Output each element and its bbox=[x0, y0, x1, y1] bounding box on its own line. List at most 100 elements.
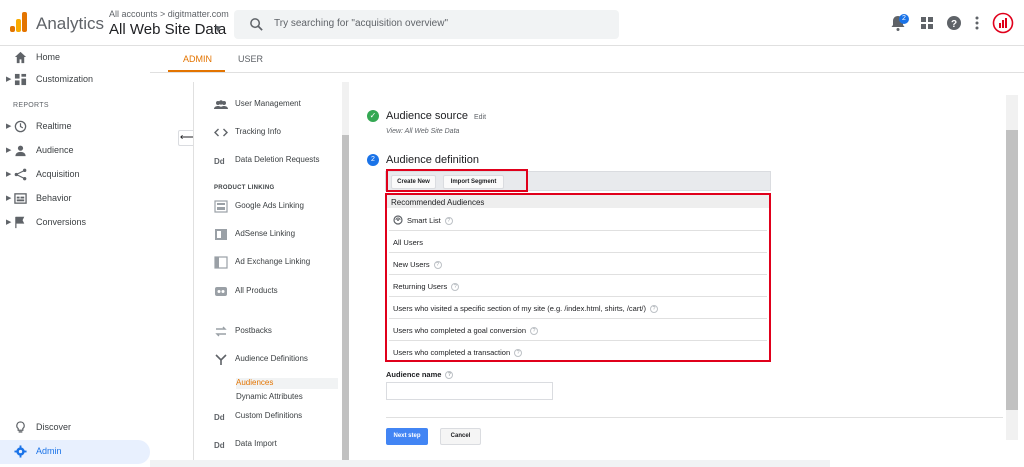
expand-arrow-icon: ▶ bbox=[6, 195, 12, 202]
analytics-logo-icon[interactable] bbox=[10, 12, 28, 32]
expand-arrow-icon: ▶ bbox=[6, 76, 12, 83]
step-audience-source-title: Audience source bbox=[386, 110, 468, 122]
search-icon bbox=[250, 18, 263, 31]
panel-scrollbar-thumb[interactable] bbox=[342, 135, 349, 462]
nav-item-conversions[interactable]: ▶ Conversions bbox=[0, 211, 150, 235]
more-vert-icon[interactable] bbox=[968, 14, 986, 32]
gear-icon bbox=[14, 445, 27, 458]
product-linking-header: PRODUCT LINKING bbox=[214, 185, 275, 191]
list-item-label: Users who visited a specific section of … bbox=[393, 304, 647, 313]
search-input[interactable]: Try searching for "acquisition overview" bbox=[234, 10, 619, 39]
adsense-icon bbox=[215, 229, 227, 240]
expand-arrow-icon: ▶ bbox=[6, 219, 12, 226]
dd-icon: Dd bbox=[214, 157, 225, 166]
lightbulb-icon bbox=[16, 421, 25, 433]
list-item-label: Users who completed a goal conversion bbox=[393, 326, 526, 335]
tab-user[interactable]: USER bbox=[238, 54, 263, 64]
audience-definitions-icon bbox=[215, 354, 227, 365]
ad-exchange-icon bbox=[214, 256, 228, 269]
tab-admin[interactable]: ADMIN bbox=[183, 54, 212, 64]
list-item-label: Smart List bbox=[407, 216, 441, 225]
users-icon bbox=[214, 100, 228, 109]
dd-icon: Dd bbox=[214, 413, 225, 422]
audience-name-input[interactable] bbox=[386, 382, 553, 400]
admin-property-column bbox=[193, 82, 348, 462]
bottom-scroll-band bbox=[150, 460, 830, 467]
account-breadcrumb[interactable]: All accounts > digitmatter.com bbox=[109, 9, 229, 19]
svg-text:Dd: Dd bbox=[214, 441, 225, 450]
tabs-divider bbox=[150, 72, 1024, 73]
list-item-all-users[interactable]: All Users bbox=[389, 231, 767, 253]
list-item-smart-list[interactable]: Smart List? bbox=[389, 209, 767, 231]
flag-icon bbox=[15, 216, 25, 229]
nav-item-home[interactable]: Home bbox=[0, 46, 150, 70]
divider bbox=[386, 417, 1003, 418]
next-step-button[interactable]: Next step bbox=[386, 428, 428, 445]
expand-arrow-icon: ▶ bbox=[6, 171, 12, 178]
list-item-returning-users[interactable]: Returning Users? bbox=[389, 275, 767, 297]
help-icon[interactable]: ? bbox=[451, 283, 460, 292]
svg-text:Dd: Dd bbox=[214, 157, 225, 166]
svg-text:Dd: Dd bbox=[214, 413, 225, 422]
checkmark-icon: ✓ bbox=[367, 110, 379, 122]
all-products-icon bbox=[215, 287, 227, 296]
list-item-transaction[interactable]: Users who completed a transaction? bbox=[389, 341, 767, 363]
notification-badge: 2 bbox=[899, 14, 909, 24]
help-icon[interactable]: ? bbox=[530, 327, 538, 336]
sub-item-dynamic-attributes[interactable]: Dynamic Attributes bbox=[236, 392, 303, 401]
nav-item-audience[interactable]: ▶ Audience bbox=[0, 139, 150, 163]
list-item-label: New Users bbox=[393, 260, 430, 269]
dd-icon: Dd bbox=[214, 441, 225, 450]
customization-icon bbox=[14, 73, 27, 86]
google-ads-icon bbox=[214, 200, 228, 213]
property-selector[interactable]: All Web Site Data bbox=[109, 21, 226, 38]
nav-item-admin[interactable]: Admin bbox=[0, 440, 150, 464]
list-item-goal-conversion[interactable]: Users who completed a goal conversion? bbox=[389, 319, 767, 341]
view-label: View: All Web Site Data bbox=[386, 128, 460, 135]
expand-arrow-icon: ▶ bbox=[6, 123, 12, 130]
help-icon[interactable]: ? bbox=[445, 371, 454, 380]
step-audience-definition-title: Audience definition bbox=[386, 154, 479, 166]
apps-grid-icon[interactable] bbox=[918, 14, 936, 32]
cancel-button[interactable]: Cancel bbox=[440, 428, 481, 445]
svg-text:?: ? bbox=[951, 19, 957, 30]
step-number-badge: 2 bbox=[367, 154, 379, 166]
top-bar: Analytics All accounts > digitmatter.com… bbox=[0, 0, 1024, 46]
app-name: Analytics bbox=[36, 14, 105, 33]
list-item-label: All Users bbox=[393, 238, 424, 247]
list-item-label: Users who completed a transaction bbox=[393, 348, 511, 357]
chevron-down-icon[interactable]: ▼ bbox=[213, 24, 223, 35]
smart-list-icon bbox=[393, 215, 403, 225]
help-icon[interactable]: ? bbox=[433, 261, 442, 270]
nav-item-acquisition[interactable]: ▶ Acquisition bbox=[0, 163, 150, 187]
import-segment-button[interactable]: Import Segment bbox=[443, 175, 504, 189]
postbacks-icon bbox=[215, 326, 227, 337]
home-icon bbox=[14, 51, 27, 64]
person-icon bbox=[15, 145, 26, 157]
behavior-icon bbox=[14, 193, 27, 204]
help-icon[interactable]: ? bbox=[945, 14, 963, 32]
content-scrollbar-thumb[interactable] bbox=[1006, 130, 1018, 410]
edit-link[interactable]: Edit bbox=[474, 114, 486, 121]
reports-header: REPORTS bbox=[13, 102, 49, 109]
search-placeholder: Try searching for "acquisition overview" bbox=[274, 18, 449, 29]
create-new-button[interactable]: Create New bbox=[391, 175, 436, 189]
avatar[interactable] bbox=[992, 12, 1014, 34]
nav-item-customization[interactable]: ▶ Customization bbox=[0, 68, 150, 92]
nav-item-behavior[interactable]: ▶ Behavior bbox=[0, 187, 150, 211]
clock-icon bbox=[14, 120, 27, 133]
list-item-label: Returning Users bbox=[393, 282, 448, 291]
code-icon bbox=[214, 128, 228, 137]
nav-item-discover[interactable]: Discover bbox=[0, 416, 150, 440]
help-icon[interactable]: ? bbox=[514, 349, 523, 358]
expand-arrow-icon: ▶ bbox=[6, 147, 12, 154]
list-item-visited-section[interactable]: Users who visited a specific section of … bbox=[389, 297, 767, 319]
help-icon[interactable]: ? bbox=[650, 305, 659, 314]
list-item-new-users[interactable]: New Users? bbox=[389, 253, 767, 275]
sub-item-audiences[interactable]: Audiences bbox=[236, 378, 338, 389]
acquisition-icon bbox=[14, 168, 27, 181]
audience-name-label: Audience name? bbox=[386, 370, 454, 380]
left-nav: Home ▶ Customization REPORTS ▶ Realtime … bbox=[0, 46, 150, 467]
nav-item-realtime[interactable]: ▶ Realtime bbox=[0, 115, 150, 139]
help-icon[interactable]: ? bbox=[444, 217, 453, 226]
